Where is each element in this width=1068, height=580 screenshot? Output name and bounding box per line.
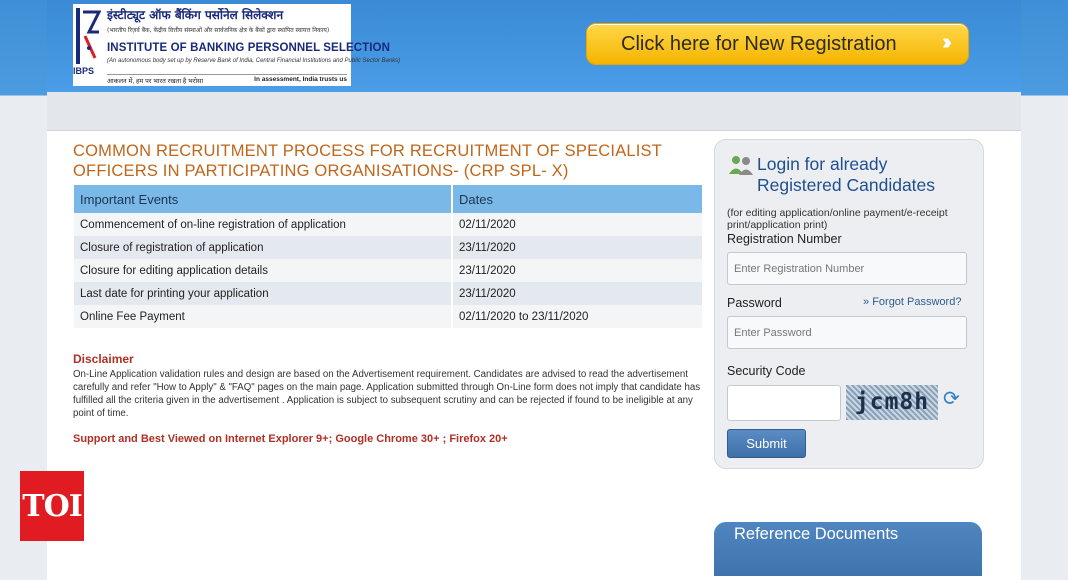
nav-bar (47, 92, 1021, 131)
password-label: Password (727, 296, 782, 310)
table-row: Online Fee Payment 02/11/2020 to 23/11/2… (74, 305, 704, 328)
browser-support-note: Support and Best Viewed on Internet Expl… (73, 433, 508, 445)
registration-number-label: Registration Number (727, 232, 842, 246)
date-cell: 02/11/2020 to 23/11/2020 (452, 305, 704, 328)
security-code-label: Security Code (727, 364, 806, 378)
date-cell: 23/11/2020 (452, 282, 704, 305)
table-row: Closure of registration of application 2… (74, 236, 704, 259)
login-title-line2: Registered Candidates (757, 175, 936, 195)
event-cell: Online Fee Payment (74, 305, 453, 328)
password-input[interactable]: Enter Password (727, 316, 967, 349)
date-cell: 23/11/2020 (452, 236, 704, 259)
security-code-input[interactable] (727, 385, 841, 421)
login-panel: Login for already Registered Candidates … (714, 139, 984, 469)
reference-documents-title: Reference Documents (734, 525, 899, 543)
users-icon (729, 156, 753, 175)
table-row: Last date for printing your application … (74, 282, 704, 305)
logo-motto: आकलन में, हम पर भारत रखता है भरोसा In as… (107, 74, 347, 85)
disclaimer-heading: Disclaimer (73, 352, 134, 366)
ibps-logo[interactable]: इंस्टीट्यूट ऑफ बैंकिंग पर्सोनेल सिलेक्शन… (73, 4, 400, 86)
new-registration-button[interactable]: Click here for New Registration ››› (586, 23, 969, 65)
logo-hindi-name: इंस्टीट्यूट ऑफ बैंकिंग पर्सोनेल सिलेक्शन (107, 8, 284, 22)
logo-abbreviation: IBPS (73, 66, 95, 76)
toi-watermark-logo: TOI (20, 471, 84, 541)
logo-english-name: INSTITUTE OF BANKING PERSONNEL SELECTION (107, 42, 390, 54)
logo-motto-hindi: आकलन में, हम पर भारत रखता है भरोसा (107, 78, 204, 85)
date-cell: 02/11/2020 (452, 213, 704, 236)
forgot-password-label: Forgot Password? (872, 296, 962, 308)
captcha-image: jcm8h (846, 385, 938, 420)
event-cell: Closure of registration of application (74, 236, 453, 259)
important-events-table: Important Events Dates Commencement of o… (74, 185, 704, 328)
logo-motto-english: In assessment, India trusts us (254, 76, 347, 83)
login-title-line1: Login for already (757, 154, 888, 174)
reference-documents-body (714, 576, 982, 580)
page-background-right (1021, 96, 1068, 580)
page-title: COMMON RECRUITMENT PROCESS FOR RECRUITME… (73, 142, 662, 180)
logo-hindi-tagline: (भारतीय रिज़र्व बैंक, केंद्रीय वित्तीय स… (107, 27, 330, 34)
event-cell: Commencement of on-line registration of … (74, 213, 453, 236)
site-header: इंस्टीट्यूट ऑफ बैंकिंग पर्सोनेल सिलेक्शन… (47, 0, 1021, 92)
double-chevron-icon: » (863, 296, 870, 308)
registration-number-input[interactable]: Enter Registration Number (727, 252, 967, 285)
disclaimer-text: On-Line Application validation rules and… (73, 369, 701, 419)
reference-documents-panel: Reference Documents (714, 522, 982, 580)
login-title: Login for already Registered Candidates (757, 154, 935, 196)
logo-english-tagline: (An autonomous body set up by Reserve Ba… (107, 58, 401, 64)
table-row: Closure for editing application details … (74, 259, 704, 282)
column-header-dates: Dates (452, 185, 704, 213)
forgot-password-link[interactable]: » Forgot Password? (863, 296, 961, 308)
table-row: Commencement of on-line registration of … (74, 213, 704, 236)
double-chevron-right-icon: ››› (942, 29, 952, 54)
event-cell: Last date for printing your application (74, 282, 453, 305)
submit-button[interactable]: Submit (727, 429, 806, 458)
refresh-captcha-icon[interactable]: ⟳ (943, 386, 960, 411)
date-cell: 23/11/2020 (452, 259, 704, 282)
login-note: (for editing application/online payment/… (727, 207, 948, 231)
table-header-row: Important Events Dates (74, 185, 704, 213)
column-header-events: Important Events (74, 185, 453, 213)
event-cell: Closure for editing application details (74, 259, 453, 282)
new-registration-label: Click here for New Registration (621, 33, 897, 55)
